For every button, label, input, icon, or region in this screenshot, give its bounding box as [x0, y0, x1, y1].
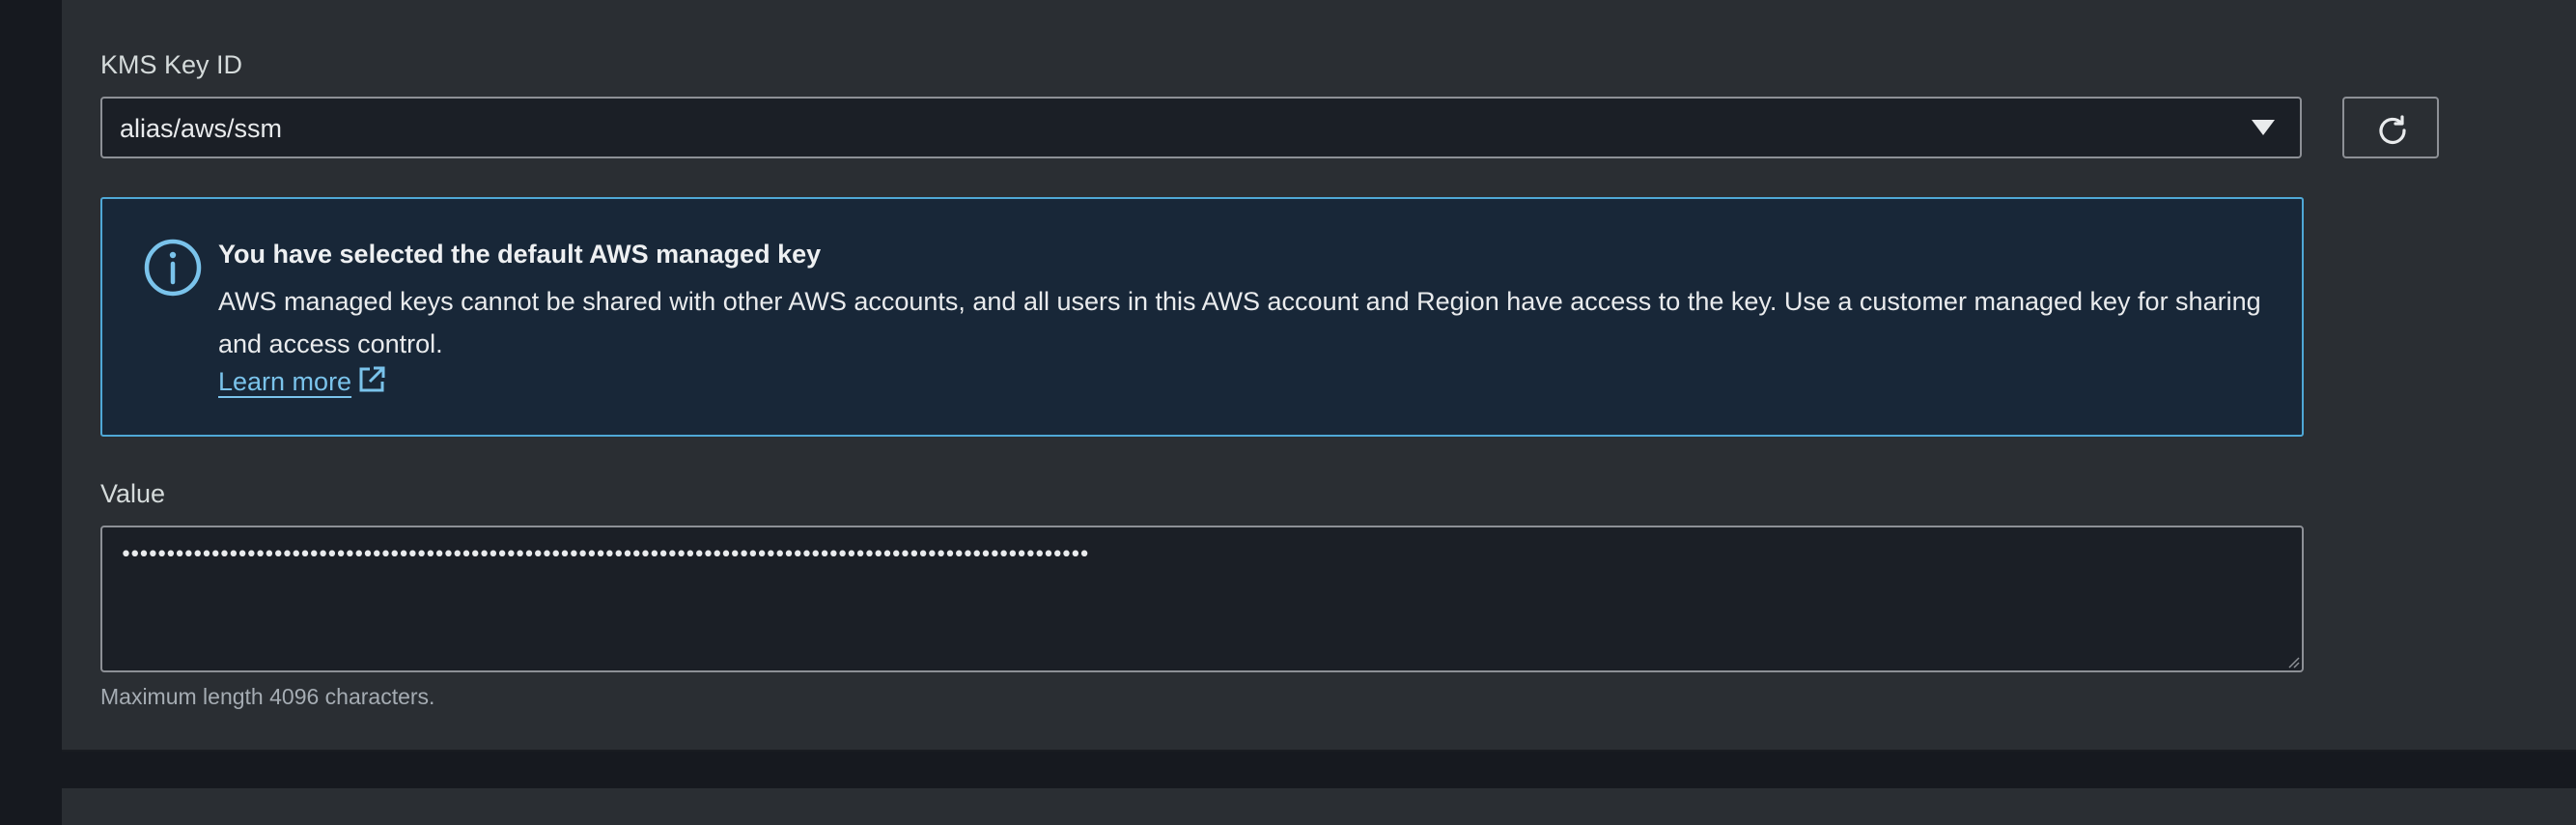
caret-down-icon — [2252, 120, 2275, 135]
refresh-icon — [2379, 115, 2406, 145]
kms-key-id-label: KMS Key ID — [100, 50, 243, 79]
default-key-info-alert: You have selected the default AWS manage… — [100, 197, 2304, 437]
learn-more-link[interactable]: Learn more — [218, 365, 386, 397]
info-title: You have selected the default AWS manage… — [218, 240, 822, 269]
learn-more-label: Learn more — [218, 367, 352, 396]
resize-handle-icon[interactable] — [2286, 655, 2300, 669]
kms-key-id-select[interactable]: alias/aws/ssm — [100, 97, 2302, 158]
refresh-button[interactable] — [2342, 97, 2439, 158]
value-textarea[interactable]: ••••••••••••••••••••••••••••••••••••••••… — [100, 526, 2304, 672]
info-icon — [144, 239, 202, 297]
masked-value-text: ••••••••••••••••••••••••••••••••••••••••… — [120, 543, 1091, 567]
next-panel — [62, 788, 2576, 825]
info-description: AWS managed keys cannot be shared with o… — [218, 287, 2261, 358]
kms-key-id-selected-value: alias/aws/ssm — [120, 114, 283, 143]
value-label: Value — [100, 479, 166, 508]
external-link-icon — [359, 366, 385, 392]
value-constraint-text: Maximum length 4096 characters. — [100, 684, 435, 709]
